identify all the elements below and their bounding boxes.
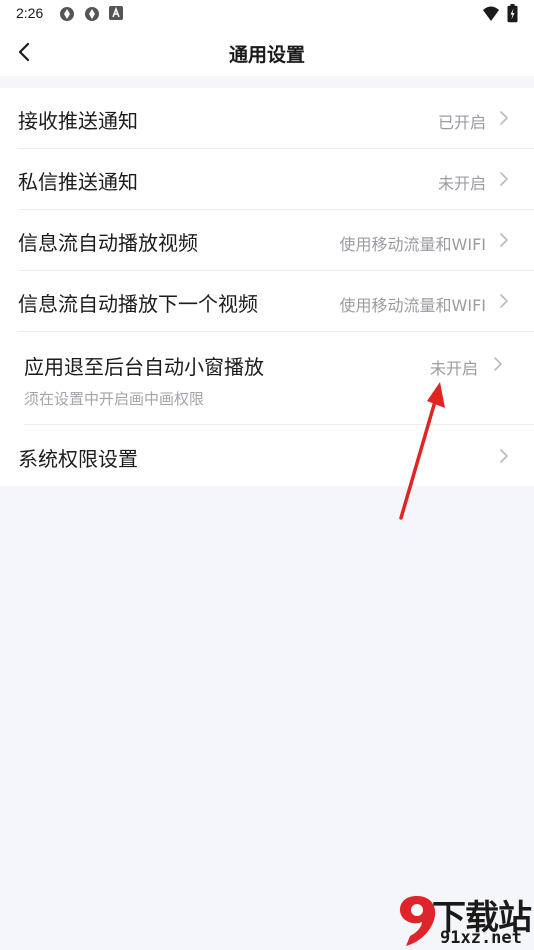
setting-label: 应用退至后台自动小窗播放 [24,355,264,379]
setting-row-feed-autoplay-next[interactable]: 信息流自动播放下一个视频 使用移动流量和WIFI [0,271,534,332]
watermark-url: 91xz.net [440,928,522,948]
font-a-icon [109,6,123,20]
chevron-right-icon [500,233,508,247]
status-bar: 2:26 [0,0,534,28]
setting-value: 已开启 [437,113,486,132]
setting-row-system-permissions[interactable]: 系统权限设置 [0,425,534,486]
setting-value: 使用移动流量和WIFI [339,235,486,254]
setting-row-private-message-push[interactable]: 私信推送通知 未开启 [0,149,534,210]
setting-value: 未开启 [437,174,486,193]
setting-label: 接收推送通知 [18,109,138,133]
setting-subtitle: 须在设置中开启画中画权限 [24,390,205,408]
setting-value: 未开启 [429,359,478,378]
battery-charging-icon [507,4,518,23]
setting-row-feed-autoplay-video[interactable]: 信息流自动播放视频 使用移动流量和WIFI [0,210,534,271]
camera-shutter-icon [85,7,99,21]
chevron-right-icon [500,172,508,186]
chevron-right-icon [500,111,508,125]
setting-label: 信息流自动播放视频 [18,231,198,255]
status-time: 2:26 [16,5,44,21]
setting-label: 信息流自动播放下一个视频 [18,292,258,316]
chevron-right-icon [494,357,502,371]
setting-row-background-pip[interactable]: 应用退至后台自动小窗播放 未开启 须在设置中开启画中画权限 [0,332,534,425]
wifi-icon [483,6,499,21]
section-gap [0,76,534,88]
page-title: 通用设置 [228,44,305,66]
setting-value: 使用移动流量和WIFI [339,296,486,315]
setting-row-receive-push[interactable]: 接收推送通知 已开启 [0,88,534,149]
chevron-right-icon [500,449,508,463]
chevron-right-icon [500,294,508,308]
setting-label: 私信推送通知 [18,170,138,194]
camera-shutter-icon [60,7,74,21]
app-header: 通用设置 [0,28,534,76]
watermark: 下载站 91xz.net [392,882,534,950]
settings-list: 接收推送通知 已开启 私信推送通知 未开启 信息流自动播放视频 使用移动流量和W… [0,88,534,486]
setting-label: 系统权限设置 [18,447,138,471]
